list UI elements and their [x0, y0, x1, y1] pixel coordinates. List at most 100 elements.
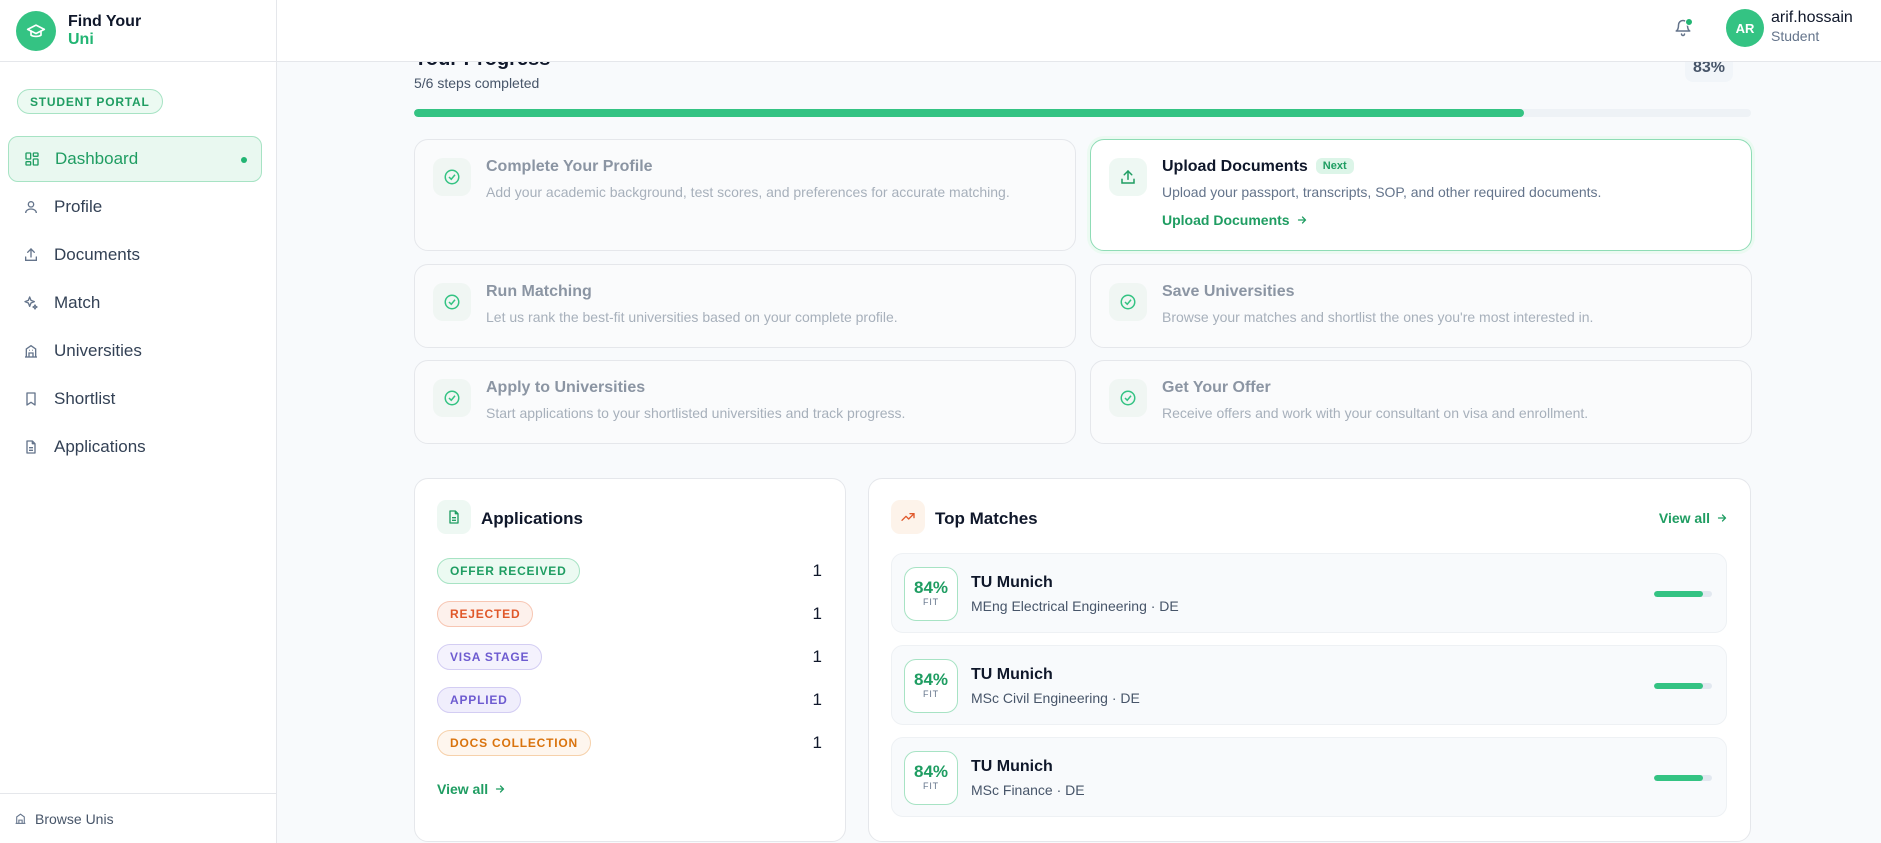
- top-matches-view-all-link[interactable]: View all: [1659, 510, 1728, 526]
- user-icon: [22, 198, 40, 216]
- upload-documents-link[interactable]: Upload Documents: [1162, 212, 1308, 228]
- program-info: MEng Electrical Engineering · DE: [971, 598, 1179, 614]
- application-status-row[interactable]: VISA STAGE 1: [437, 644, 822, 670]
- check-circle-icon: [1109, 283, 1147, 321]
- progress-title: Your Progress: [414, 62, 550, 71]
- step-desc: Receive offers and work with your consul…: [1162, 405, 1589, 421]
- top-matches-card: Top Matches View all 84% FIT TU Munich M…: [868, 478, 1751, 842]
- step-card-save-universities[interactable]: Save Universities Browse your matches an…: [1090, 264, 1752, 348]
- user-name: arif.hossain: [1771, 9, 1853, 26]
- brand[interactable]: Find Your Uni: [0, 0, 276, 62]
- application-status-row[interactable]: OFFER RECEIVED 1: [437, 558, 822, 584]
- progress-bar: [414, 109, 1751, 117]
- step-card-upload-documents[interactable]: Upload Documents Next Upload your passpor…: [1090, 139, 1752, 251]
- view-all-label: View all: [437, 781, 489, 797]
- sidebar-item-label: Dashboard: [55, 149, 139, 168]
- progress-percent: 83%: [1684, 62, 1733, 82]
- step-card-profile[interactable]: Complete Your Profile Add your academic …: [414, 139, 1076, 251]
- applications-card: Applications OFFER RECEIVED 1 REJECTED 1…: [414, 478, 846, 842]
- step-title: Apply to Universities: [486, 379, 646, 396]
- status-count: 1: [812, 561, 822, 580]
- fit-score-badge: 84% FIT: [904, 751, 958, 805]
- application-status-row[interactable]: DOCS COLLECTION 1: [437, 730, 822, 756]
- building-icon: [22, 342, 40, 360]
- step-desc: Let us rank the best-fit universities ba…: [486, 309, 898, 325]
- status-badge: APPLIED: [437, 687, 521, 713]
- status-count: 1: [812, 604, 822, 623]
- avatar[interactable]: AR: [1726, 9, 1764, 47]
- sidebar-nav: Dashboard Profile Documents Match Univer…: [8, 136, 262, 472]
- status-badge: VISA STAGE: [437, 644, 543, 670]
- step-title: Get Your Offer: [1162, 379, 1271, 396]
- status-count: 1: [812, 647, 822, 666]
- fit-bar-fill: [1654, 591, 1703, 597]
- arrow-right-icon: [494, 783, 506, 795]
- sidebar-item-label: Documents: [54, 245, 140, 264]
- fit-bar: [1654, 591, 1712, 597]
- notifications-button[interactable]: [1670, 17, 1696, 43]
- application-status-row[interactable]: APPLIED 1: [437, 687, 822, 713]
- sidebar-item-documents[interactable]: Documents: [8, 232, 262, 278]
- university-name: TU Munich: [971, 666, 1053, 683]
- match-item[interactable]: 84% FIT TU Munich MSc Finance · DE: [891, 737, 1727, 817]
- file-text-icon: [437, 500, 471, 534]
- step-card-get-offer[interactable]: Get Your Offer Receive offers and work w…: [1090, 360, 1752, 444]
- program-info: MSc Finance · DE: [971, 782, 1085, 798]
- check-circle-icon: [433, 283, 471, 321]
- fit-bar-fill: [1654, 775, 1703, 781]
- fit-score: 84%: [913, 670, 949, 689]
- step-title: Upload Documents: [1162, 158, 1308, 175]
- step-desc: Add your academic background, test score…: [486, 184, 1010, 200]
- step-title-wrap: Upload Documents Next: [1162, 158, 1354, 176]
- sidebar-item-universities[interactable]: Universities: [8, 328, 262, 374]
- user-menu[interactable]: arif.hossain Student: [1771, 9, 1853, 45]
- upload-icon: [22, 246, 40, 264]
- trending-up-icon: [891, 500, 925, 534]
- match-item[interactable]: 84% FIT TU Munich MEng Electrical Engine…: [891, 553, 1727, 633]
- portal-badge: STUDENT PORTAL: [17, 89, 163, 114]
- status-badge: OFFER RECEIVED: [437, 558, 580, 584]
- next-badge: Next: [1315, 158, 1354, 174]
- arrow-right-icon: [1716, 512, 1728, 524]
- notification-dot: [1685, 18, 1693, 26]
- sidebar-item-applications[interactable]: Applications: [8, 424, 262, 470]
- bookmark-icon: [22, 390, 40, 408]
- status-badge: REJECTED: [437, 601, 534, 627]
- brand-name-line1: Find Your: [68, 12, 142, 30]
- active-indicator: [241, 157, 247, 163]
- sidebar-item-match[interactable]: Match: [8, 280, 262, 326]
- sidebar-item-label: Applications: [54, 437, 146, 456]
- applications-title: Applications: [481, 509, 584, 528]
- step-title: Run Matching: [486, 283, 592, 300]
- view-all-label: View all: [1658, 510, 1710, 526]
- file-text-icon: [22, 438, 40, 456]
- user-role: Student: [1771, 28, 1820, 44]
- fit-score: 84%: [913, 762, 949, 781]
- fit-bar: [1654, 775, 1712, 781]
- match-item[interactable]: 84% FIT TU Munich MSc Civil Engineering …: [891, 645, 1727, 725]
- sidebar: Find Your Uni STUDENT PORTAL Dashboard P…: [0, 0, 277, 843]
- fit-label: FIT: [923, 781, 939, 791]
- upload-icon: [1109, 158, 1147, 196]
- step-title: Save Universities: [1162, 283, 1295, 300]
- step-desc: Browse your matches and shortlist the on…: [1162, 309, 1594, 325]
- check-circle-icon: [433, 158, 471, 196]
- status-count: 1: [812, 690, 822, 709]
- sidebar-item-profile[interactable]: Profile: [8, 184, 262, 230]
- sidebar-item-dashboard[interactable]: Dashboard: [8, 136, 262, 182]
- browse-unis-link[interactable]: Browse Unis: [0, 793, 277, 843]
- step-card-run-matching[interactable]: Run Matching Let us rank the best-fit un…: [414, 264, 1076, 348]
- sidebar-item-label: Profile: [54, 197, 103, 216]
- sidebar-item-shortlist[interactable]: Shortlist: [8, 376, 262, 422]
- step-card-apply[interactable]: Apply to Universities Start applications…: [414, 360, 1076, 444]
- graduation-cap-icon: [16, 10, 56, 51]
- application-status-row[interactable]: REJECTED 1: [437, 601, 822, 627]
- progress-bar-fill: [414, 109, 1524, 117]
- browse-unis-label: Browse Unis: [35, 810, 114, 827]
- status-count: 1: [812, 733, 822, 752]
- university-name: TU Munich: [971, 574, 1053, 591]
- fit-score-badge: 84% FIT: [904, 659, 958, 713]
- sidebar-item-label: Universities: [54, 341, 142, 360]
- applications-view-all-link[interactable]: View all: [437, 781, 506, 797]
- progress-subtitle: 5/6 steps completed: [414, 75, 540, 91]
